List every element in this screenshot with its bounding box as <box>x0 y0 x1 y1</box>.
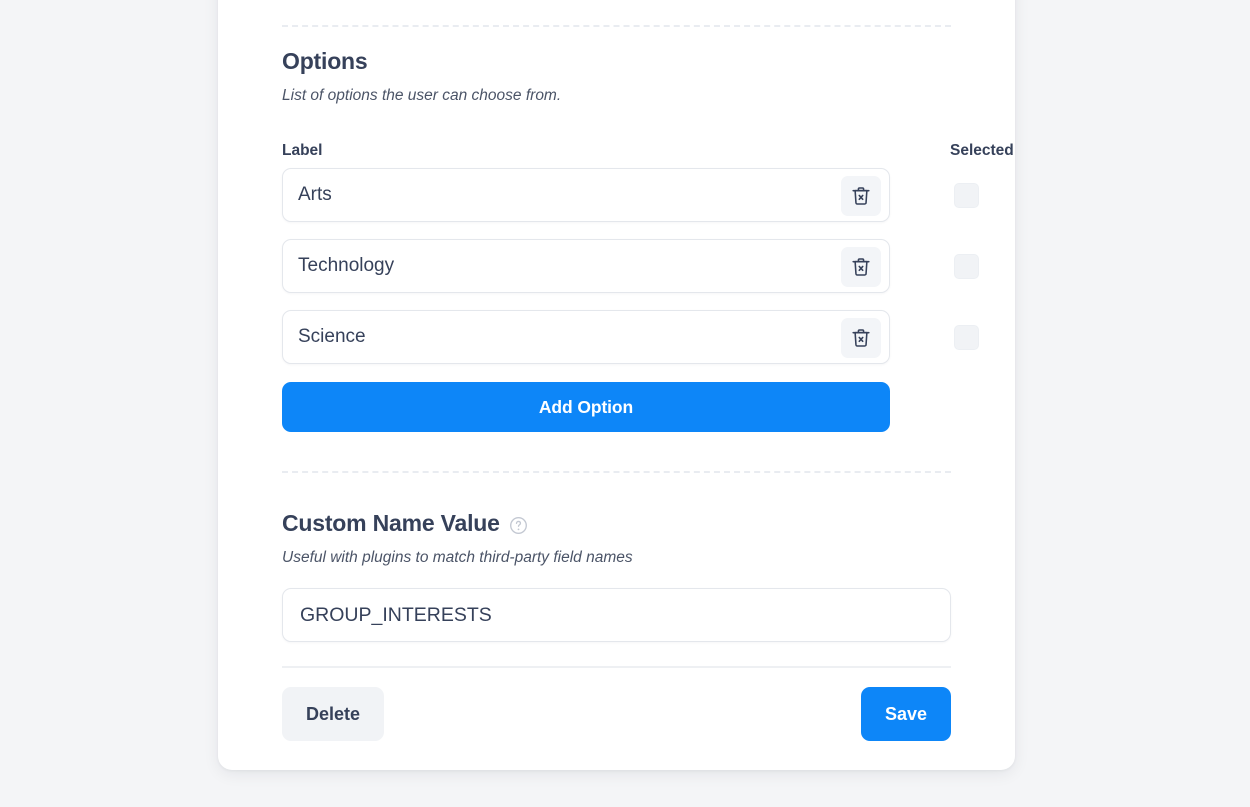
option-label-input[interactable] <box>298 169 843 221</box>
option-label-input[interactable] <box>298 311 843 363</box>
divider-top <box>282 25 951 27</box>
question-circle-icon[interactable] <box>509 516 528 535</box>
add-option-button[interactable]: Add Option <box>282 382 890 432</box>
page-root: Options List of options the user can cho… <box>0 0 1250 807</box>
custom-name-title-text: Custom Name Value <box>282 510 500 536</box>
option-selected-checkbox[interactable] <box>954 254 979 279</box>
option-selected-checkbox[interactable] <box>954 325 979 350</box>
column-header-selected: Selected <box>950 142 1014 159</box>
options-list <box>282 168 979 381</box>
option-row <box>282 310 979 381</box>
option-input-wrapper <box>282 239 890 293</box>
card-footer: Delete Save <box>282 687 951 745</box>
divider-footer <box>282 666 951 668</box>
option-row <box>282 239 979 310</box>
trash-x-icon <box>850 185 872 207</box>
option-label-input[interactable] <box>298 240 843 292</box>
delete-field-button[interactable]: Delete <box>282 687 385 741</box>
delete-option-button[interactable] <box>841 318 881 358</box>
column-header-label: Label <box>282 142 323 159</box>
options-section-header: Options List of options the user can cho… <box>282 48 951 105</box>
options-description: List of options the user can choose from… <box>282 86 562 104</box>
divider-middle <box>282 471 951 473</box>
options-title: Options <box>282 48 368 74</box>
custom-name-input[interactable] <box>300 589 936 641</box>
delete-option-button[interactable] <box>841 176 881 216</box>
option-input-wrapper <box>282 168 890 222</box>
custom-name-description: Useful with plugins to match third-party… <box>282 548 633 566</box>
save-button[interactable]: Save <box>860 687 951 741</box>
card-content: Options List of options the user can cho… <box>250 0 1014 770</box>
custom-name-input-wrapper <box>282 588 951 642</box>
option-selected-checkbox[interactable] <box>954 183 979 208</box>
option-input-wrapper <box>282 310 890 364</box>
custom-name-section-header: Custom Name Value Useful with plugins to… <box>282 510 951 567</box>
trash-x-icon <box>850 327 872 349</box>
delete-option-button[interactable] <box>841 247 881 287</box>
field-settings-card: Options List of options the user can cho… <box>218 0 1015 770</box>
option-row <box>282 168 979 239</box>
options-column-headers: Label Selected <box>282 142 1014 162</box>
trash-x-icon <box>850 256 872 278</box>
custom-name-title: Custom Name Value <box>282 510 951 538</box>
